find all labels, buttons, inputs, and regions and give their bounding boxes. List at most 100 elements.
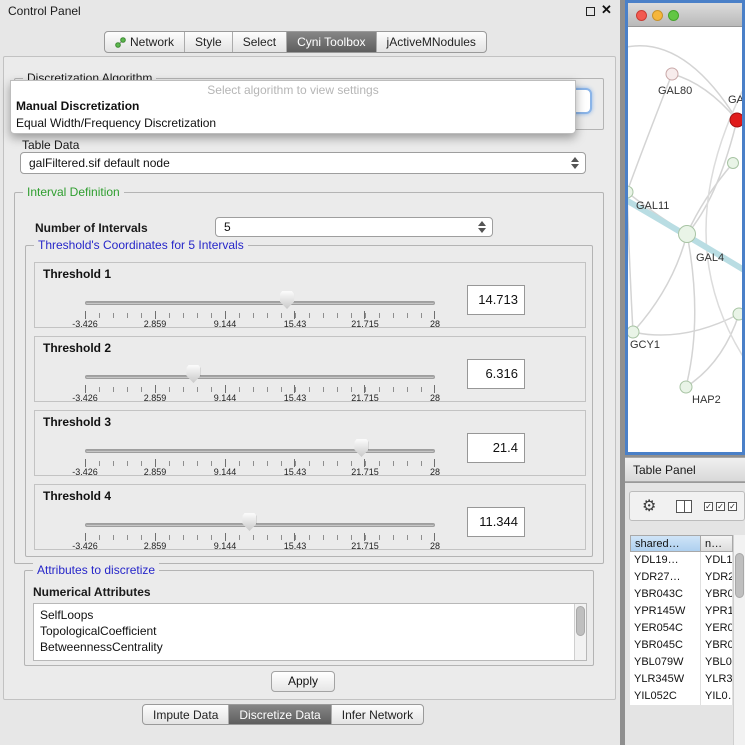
gear-icon[interactable]: ⚙ — [642, 496, 656, 516]
slider-track[interactable] — [85, 449, 435, 453]
minimize-icon[interactable] — [586, 7, 595, 16]
node-label: GAL80 — [658, 85, 692, 97]
table-row[interactable]: YER054CYER0… — [630, 620, 733, 637]
table-scrollbar-thumb[interactable] — [735, 553, 744, 598]
node-label: HAP2 — [692, 394, 721, 406]
checkbox-icon[interactable]: ✓ — [704, 502, 713, 511]
thresholds-group: Threshold's Coordinates for 5 Intervals … — [25, 245, 593, 557]
network-node[interactable] — [727, 157, 739, 169]
dropdown-placeholder: Select algorithm to view settings — [11, 81, 575, 98]
slider-thumb[interactable] — [186, 365, 200, 383]
interval-definition-title: Interval Definition — [23, 185, 124, 199]
table-row[interactable]: YBR045CYBR0… — [630, 637, 733, 654]
minimize-traffic-light-icon[interactable] — [652, 10, 663, 21]
list-item[interactable]: TopologicalCoefficient — [34, 623, 586, 639]
network-node[interactable] — [680, 381, 693, 394]
table-toolbar: ⚙ ✓ ✓ ✓ — [629, 491, 745, 521]
table-panel-title: Table Panel — [633, 463, 696, 477]
list-scrollbar-thumb[interactable] — [576, 606, 585, 636]
slider-ticks — [85, 535, 435, 540]
network-node[interactable] — [666, 68, 679, 81]
table-columns-icon[interactable] — [676, 500, 692, 513]
network-node-highlighted[interactable] — [730, 113, 743, 128]
threshold-4-value-field[interactable]: 11.344 — [467, 507, 525, 537]
table-panel-window: ⚙ ✓ ✓ ✓ shared… n… YDL19…YDL1… YDR27…YDR… — [625, 482, 745, 745]
numerical-attributes-label: Numerical Attributes — [33, 585, 151, 599]
slider-thumb[interactable] — [242, 513, 256, 531]
threshold-2-label: Threshold 2 — [43, 341, 111, 355]
stepper-arrows-icon — [571, 157, 579, 169]
close-traffic-light-icon[interactable] — [636, 10, 647, 21]
network-node[interactable] — [733, 308, 743, 321]
threshold-2-value-field[interactable]: 6.316 — [467, 359, 525, 389]
network-canvas[interactable]: GAL80 GA GAL11 GAL4 GCY1 HAP2 — [628, 28, 742, 452]
table-data-combo[interactable]: galFiltered.sif default node — [20, 152, 586, 174]
network-node[interactable] — [678, 225, 696, 243]
table-row[interactable]: YDR27…YDR2… — [630, 569, 733, 586]
tab-style[interactable]: Style — [184, 32, 232, 52]
tab-infer-network[interactable]: Infer Network — [331, 705, 423, 724]
number-of-intervals-combo[interactable]: 5 — [215, 217, 493, 237]
slider-scale: -3.426 2.859 9.144 15.43 21.715 28 — [85, 467, 435, 479]
table-body: YDL19…YDL1… YDR27…YDR2… YBR043CYBR0… YPR… — [630, 552, 733, 705]
slider-track[interactable] — [85, 301, 435, 305]
tab-cyni-toolbox[interactable]: Cyni Toolbox — [286, 32, 375, 52]
threshold-4-slider[interactable]: -3.426 2.859 9.144 15.43 21.715 28 — [85, 511, 435, 549]
threshold-1-value-field[interactable]: 14.713 — [467, 285, 525, 315]
table-data-label: Table Data — [22, 138, 79, 152]
threshold-3-label: Threshold 3 — [43, 415, 111, 429]
table-row[interactable]: YPR145WYPR1… — [630, 603, 733, 620]
table-row[interactable]: YBR043CYBR0… — [630, 586, 733, 603]
column-header-name[interactable]: n… — [701, 535, 733, 552]
threshold-2-slider[interactable]: -3.426 2.859 9.144 15.43 21.715 28 — [85, 363, 435, 401]
threshold-3-slider[interactable]: -3.426 2.859 9.144 15.43 21.715 28 — [85, 437, 435, 475]
slider-track[interactable] — [85, 375, 435, 379]
screen: Control Panel ✕ Network Style Select Cyn… — [0, 0, 745, 745]
tab-discretize-data[interactable]: Discretize Data — [228, 705, 330, 724]
list-item[interactable]: BetweennessCentrality — [34, 639, 586, 655]
node-label: GAL4 — [696, 252, 724, 264]
network-tab-icon — [115, 37, 126, 48]
stepper-arrows-icon — [478, 221, 486, 233]
slider-ticks — [85, 461, 435, 466]
slider-thumb[interactable] — [354, 439, 368, 457]
dropdown-option-equal-width[interactable]: Equal Width/Frequency Discretization — [11, 115, 575, 132]
zoom-traffic-light-icon[interactable] — [668, 10, 679, 21]
threshold-4-panel: Threshold 4 -3.426 2.859 9.144 15.43 21 — [34, 484, 586, 550]
table-scrollbar[interactable] — [733, 535, 745, 745]
tab-select[interactable]: Select — [232, 32, 286, 52]
checkbox-icon[interactable]: ✓ — [716, 502, 725, 511]
control-panel-window: Control Panel ✕ Network Style Select Cyn… — [0, 0, 620, 745]
tab-impute-data[interactable]: Impute Data — [143, 705, 228, 724]
tab-jactivemnodules[interactable]: jActiveMNodules — [376, 32, 486, 52]
apply-button[interactable]: Apply — [271, 671, 335, 692]
close-icon[interactable]: ✕ — [601, 2, 612, 18]
number-of-intervals-value: 5 — [224, 220, 231, 234]
numerical-attributes-list[interactable]: SelfLoops TopologicalCoefficient Between… — [33, 603, 587, 661]
table-row[interactable]: YLR345WYLR3… — [630, 671, 733, 688]
checkbox-icon[interactable]: ✓ — [728, 502, 737, 511]
tab-network[interactable]: Network — [105, 32, 184, 52]
number-of-intervals-label: Number of Intervals — [35, 221, 148, 235]
table-row[interactable]: YBL079WYBL0… — [630, 654, 733, 671]
slider-ticks — [85, 313, 435, 318]
slider-thumb[interactable] — [280, 291, 294, 309]
slider-track[interactable] — [85, 523, 435, 527]
algorithm-dropdown-popup: Select algorithm to view settings Manual… — [10, 80, 576, 134]
slider-scale: -3.426 2.859 9.144 15.43 21.715 28 — [85, 541, 435, 553]
table-row[interactable]: YDL19…YDL1… — [630, 552, 733, 569]
threshold-3-value-field[interactable]: 21.4 — [467, 433, 525, 463]
bottom-tab-bar: Impute Data Discretize Data Infer Networ… — [142, 704, 424, 725]
list-item[interactable]: SelfLoops — [34, 604, 586, 623]
attributes-group: Attributes to discretize Numerical Attri… — [24, 570, 594, 666]
list-scrollbar[interactable] — [574, 604, 586, 660]
table-row[interactable]: YIL052CYIL0… — [630, 688, 733, 705]
dropdown-option-manual[interactable]: Manual Discretization — [11, 98, 575, 115]
top-tab-bar: Network Style Select Cyni Toolbox jActiv… — [104, 31, 487, 53]
slider-scale: -3.426 2.859 9.144 15.43 21.715 28 — [85, 319, 435, 331]
threshold-1-slider[interactable]: -3.426 2.859 9.144 15.43 21.715 28 — [85, 289, 435, 327]
column-header-shared-name[interactable]: shared… — [630, 535, 701, 552]
thresholds-group-title: Threshold's Coordinates for 5 Intervals — [34, 238, 248, 252]
table-header-row: shared… n… — [630, 535, 733, 552]
network-window-titlebar — [628, 3, 742, 27]
